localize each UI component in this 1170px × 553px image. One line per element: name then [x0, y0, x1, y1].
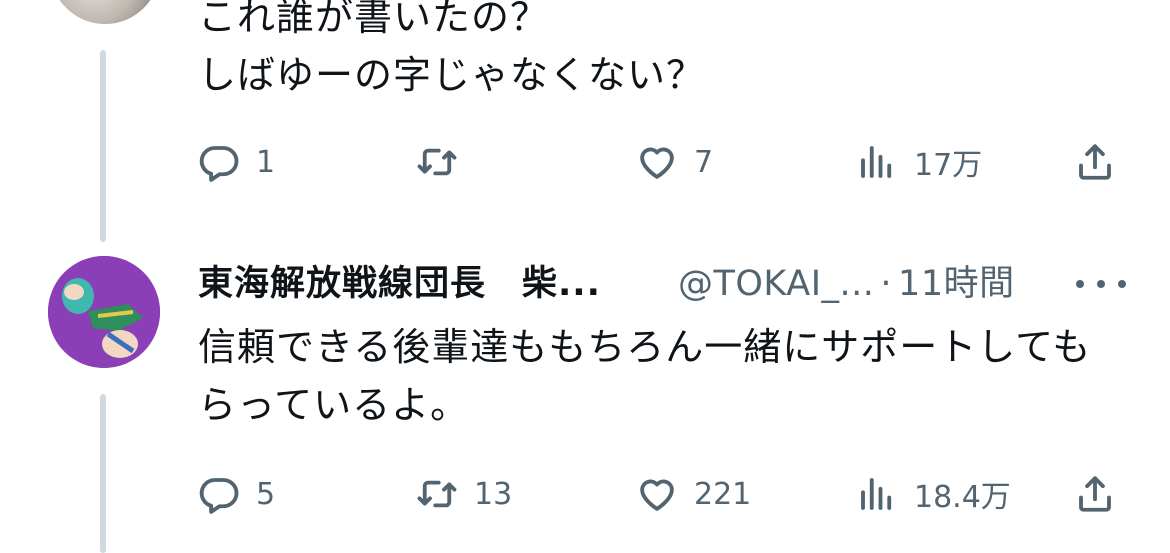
share-icon — [1079, 476, 1111, 512]
more-icon[interactable] — [1076, 270, 1126, 298]
avatar[interactable] — [50, 0, 160, 24]
handle[interactable]: @TOKAI_... — [678, 264, 874, 304]
views-button[interactable]: 18.4万 — [856, 470, 1011, 518]
avatar[interactable] — [48, 256, 160, 368]
reply-count: 5 — [256, 476, 276, 512]
tweet-header: 東海解放戦線団長 柴... @TOKAI_... · 11時間 — [198, 258, 1128, 310]
reply-icon — [199, 478, 239, 514]
tweet-text-line: これ誰が書いたの？ — [198, 0, 550, 39]
retweet-button[interactable] — [416, 138, 474, 186]
thread-line — [100, 394, 106, 553]
tweet-actions: 1 7 17万 — [198, 138, 1118, 186]
timestamp[interactable]: 11時間 — [898, 264, 1015, 304]
tweet-text-line: しばゆーの字じゃなくない？ — [198, 53, 706, 97]
reply-button[interactable]: 5 — [198, 470, 275, 518]
like-button[interactable]: 221 — [636, 470, 751, 518]
like-button[interactable]: 7 — [636, 138, 713, 186]
tweet-actions: 5 13 221 18.4万 — [198, 470, 1118, 518]
heart-icon — [640, 479, 674, 511]
views-button[interactable]: 17万 — [856, 138, 982, 186]
reply-icon — [199, 146, 239, 182]
reply-count: 1 — [256, 144, 276, 180]
share-button[interactable] — [1074, 138, 1116, 186]
retweet-count: 13 — [474, 476, 513, 512]
views-count: 18.4万 — [914, 480, 1011, 515]
retweet-icon — [417, 148, 457, 176]
display-name[interactable]: 東海解放戦線団長 柴... — [198, 258, 601, 310]
like-count: 7 — [694, 144, 714, 180]
views-icon — [861, 478, 892, 510]
retweet-button[interactable]: 13 — [416, 470, 512, 518]
reply-button[interactable]: 1 — [198, 138, 275, 186]
views-icon — [861, 146, 892, 178]
handle-and-time: @TOKAI_... · 11時間 — [678, 258, 1015, 310]
tweet-text-line: らっているよ。 — [198, 383, 470, 427]
like-count: 221 — [694, 476, 752, 512]
tweet-text: これ誰が書いたの？ しばゆーの字じゃなくない？ — [198, 0, 705, 104]
share-icon — [1079, 144, 1111, 180]
share-button[interactable] — [1074, 470, 1116, 518]
views-count: 17万 — [914, 148, 983, 183]
separator: · — [880, 264, 893, 304]
avatar-image — [48, 256, 160, 368]
retweet-icon — [417, 480, 457, 508]
heart-icon — [640, 147, 674, 179]
tweet-text-line: 信頼できる後輩達ももちろん一緒にサポートしても — [198, 325, 1092, 369]
thread-line — [100, 50, 106, 242]
tweet-text: 信頼できる後輩達ももちろん一緒にサポートしても らっているよ。 — [198, 318, 1091, 434]
